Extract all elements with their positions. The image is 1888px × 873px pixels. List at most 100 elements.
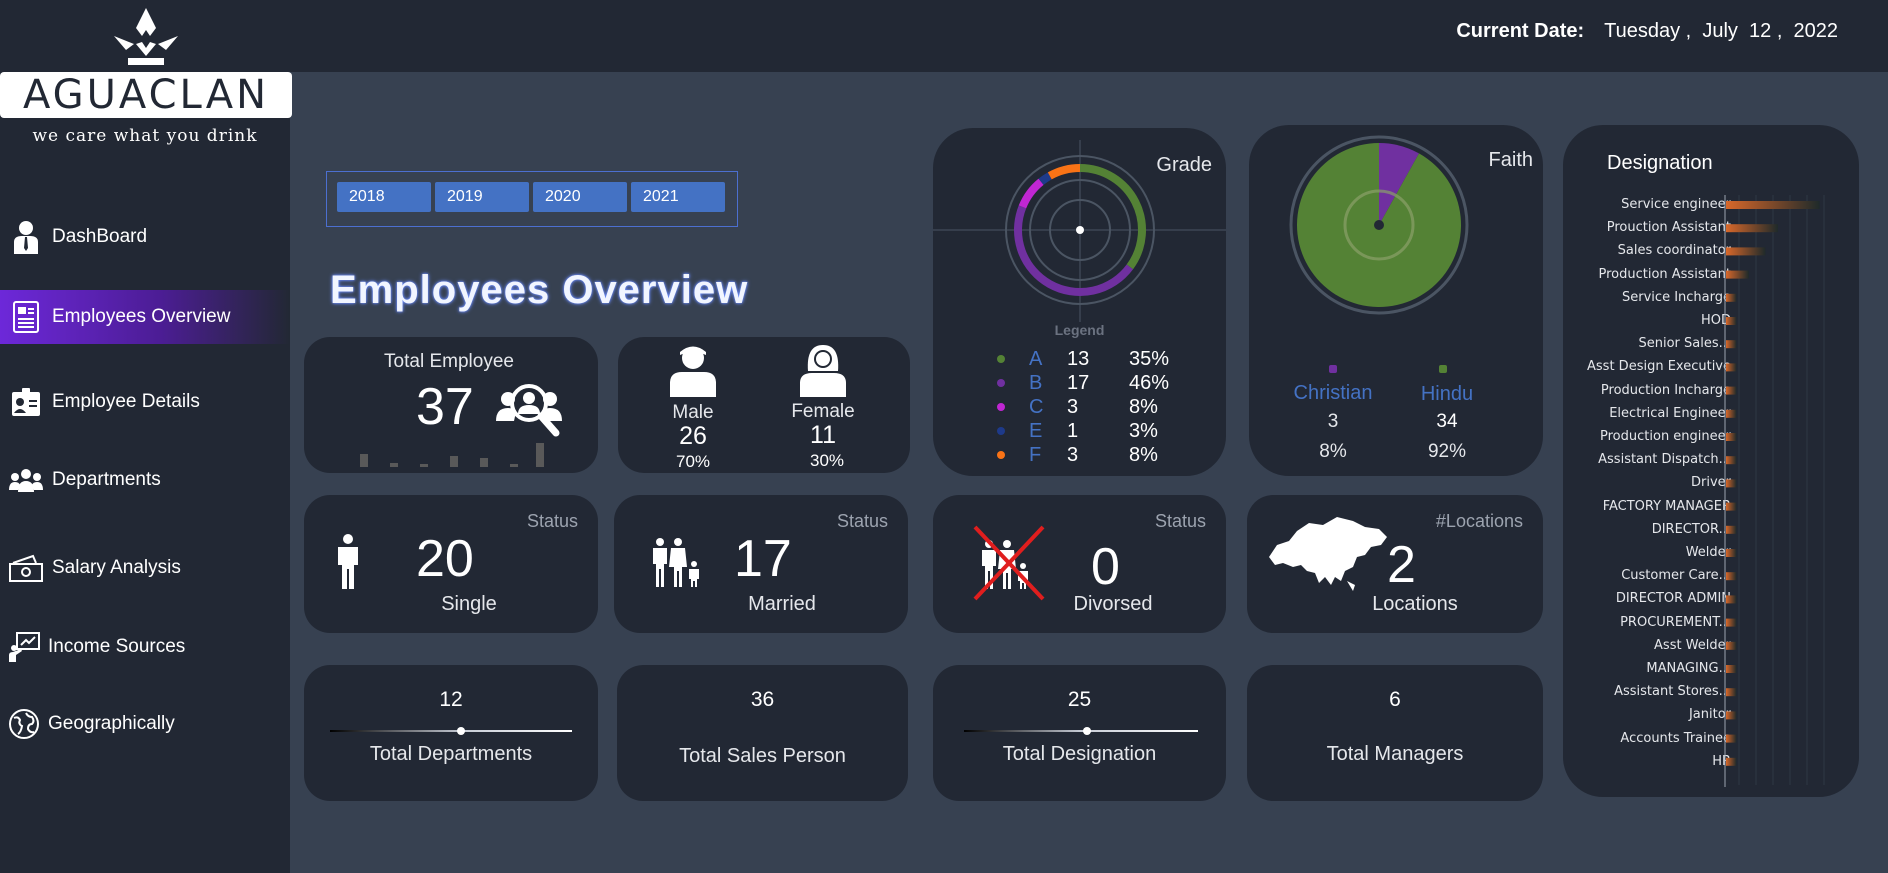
designation-bar [1726,224,1778,233]
designation-bar-chart [1724,195,1825,787]
legend-dot [997,451,1005,459]
designation-bar [1726,386,1737,395]
female-count: 11 [810,421,836,449]
status-label: Status [526,511,578,531]
grade-ring-segment [1047,164,1081,180]
grade-legend: A 13 35% B 17 46% C 3 8% E 1 3% F 3 8% [997,348,1227,478]
christian-pct: 8% [1319,441,1347,462]
designation-bar [1726,688,1737,697]
grade-ring-segment [1038,172,1052,185]
total-designation-caption: Total Designation [1002,743,1157,765]
designation-bar [1726,247,1766,256]
locations-caption: Locations [1372,593,1458,615]
female-pct: 30% [809,451,845,470]
legend-row: C 3 8% [997,396,1257,418]
search-people-icon [496,384,562,437]
designation-bar [1726,433,1737,441]
presentation-icon [0,627,48,667]
married-caption: Married [748,593,816,615]
grade-ring-segment [1079,164,1146,270]
female-icon [800,345,846,397]
nav-item-dashboard[interactable]: DashBoard [0,210,290,264]
nav-item-geographically[interactable]: Geographically [0,697,290,751]
money-icon [0,548,52,588]
designation-bar [1726,549,1737,557]
total-managers-card: 6 Total Managers [1247,665,1543,801]
grade-legend-title: Legend [1054,322,1105,338]
nav-item-income-sources[interactable]: Income Sources [0,620,290,674]
divorced-status-card: Status 0 Divorsed [933,495,1226,633]
faith-card: Faith Christian 3 8% Hindu 34 92% [1249,125,1543,476]
status-label: Status [1154,511,1206,531]
legend-dot [997,355,1005,363]
nav-item-employee-details[interactable]: Employee Details [0,375,290,429]
nav-item-employees-overview[interactable]: Employees Overview [0,290,290,344]
year-button-2021[interactable]: 2021 [631,182,725,212]
locations-value: 2 [1387,536,1416,594]
total-sales-person-caption: Total Sales Person [679,745,846,767]
designation-bar [1726,711,1737,720]
locations-card: #Locations 2 Locations [1247,495,1543,633]
male-pct: 70% [675,452,711,471]
brand-name: AGUACLAN [0,72,292,118]
designation-bar [1726,409,1737,418]
total-departments-value: 12 [439,688,463,711]
legend-dot [997,403,1005,411]
year-slicer: 2018 2019 2020 2021 [326,171,738,227]
faith-pie-chart [1289,135,1469,315]
total-employee-card: Total Employee 37 [304,337,598,473]
christian-legend-dot [1329,365,1337,373]
status-label: Status [836,511,888,531]
designation-bar [1726,734,1737,743]
total-managers-value: 6 [1389,688,1401,711]
nav-label: Employees Overview [52,306,231,327]
year-button-2020[interactable]: 2020 [533,182,627,212]
male-icon [670,346,716,397]
family-icon [653,538,699,587]
designation-bar [1726,293,1737,302]
total-sales-person-card: 36 Total Sales Person [617,665,908,801]
single-person-icon [338,534,358,589]
group-icon [0,460,52,500]
legend-dot [997,427,1005,435]
slider-line [964,727,1198,735]
total-managers-caption: Total Managers [1326,743,1464,765]
year-button-2019[interactable]: 2019 [435,182,529,212]
legend-row: E 1 3% [997,420,1257,442]
total-designation-card: 25 Total Designation [933,665,1226,801]
grade-card: Grade Legend A 13 35% B 17 46% C 3 8% E 1 3% F38… [933,128,1226,476]
christian-label: Christian [1293,382,1373,404]
designation-card: Designation Service engineer Prouction As… [1563,125,1859,797]
designation-labels: Service engineer Prouction Assistant Sales… [1563,195,1731,795]
divorced-caption: Divorsed [1073,593,1153,615]
current-date: Current Date: Tuesday , July 12 , 2022 [1456,20,1838,42]
single-status-card: Status 20 Single [304,495,598,633]
hindu-label: Hindu [1420,383,1474,405]
nav-label: Income Sources [48,636,186,657]
designation-bar [1726,757,1737,766]
nav-item-salary-analysis[interactable]: Salary Analysis [0,541,290,595]
legend-dot [997,379,1005,387]
nav-item-departments[interactable]: Departments [0,453,290,507]
manager-icon [0,217,52,257]
designation-bar [1726,572,1737,581]
designation-bar [1726,317,1737,325]
divorced-family-icon [973,525,1045,601]
legend-row: A 13 35% [997,348,1257,370]
designation-bar [1726,363,1737,372]
year-button-2018[interactable]: 2018 [337,182,431,212]
designation-bar [1726,201,1820,209]
document-icon [0,297,52,337]
designation-bar [1726,479,1737,488]
male-count: 26 [679,422,707,450]
designation-label: Asst Design Executive [1587,359,1731,375]
brand-tagline: we care what you drink [32,126,258,146]
designation-title: Designation [1607,152,1713,174]
designation-bar [1726,641,1737,650]
designation-bar [1726,340,1737,349]
locations-label: #Locations [1435,511,1523,531]
id-card-icon [0,382,52,422]
globe-icon [0,704,48,744]
total-departments-card: 12 Total Departments [304,665,598,801]
nav-label: DashBoard [52,226,148,247]
